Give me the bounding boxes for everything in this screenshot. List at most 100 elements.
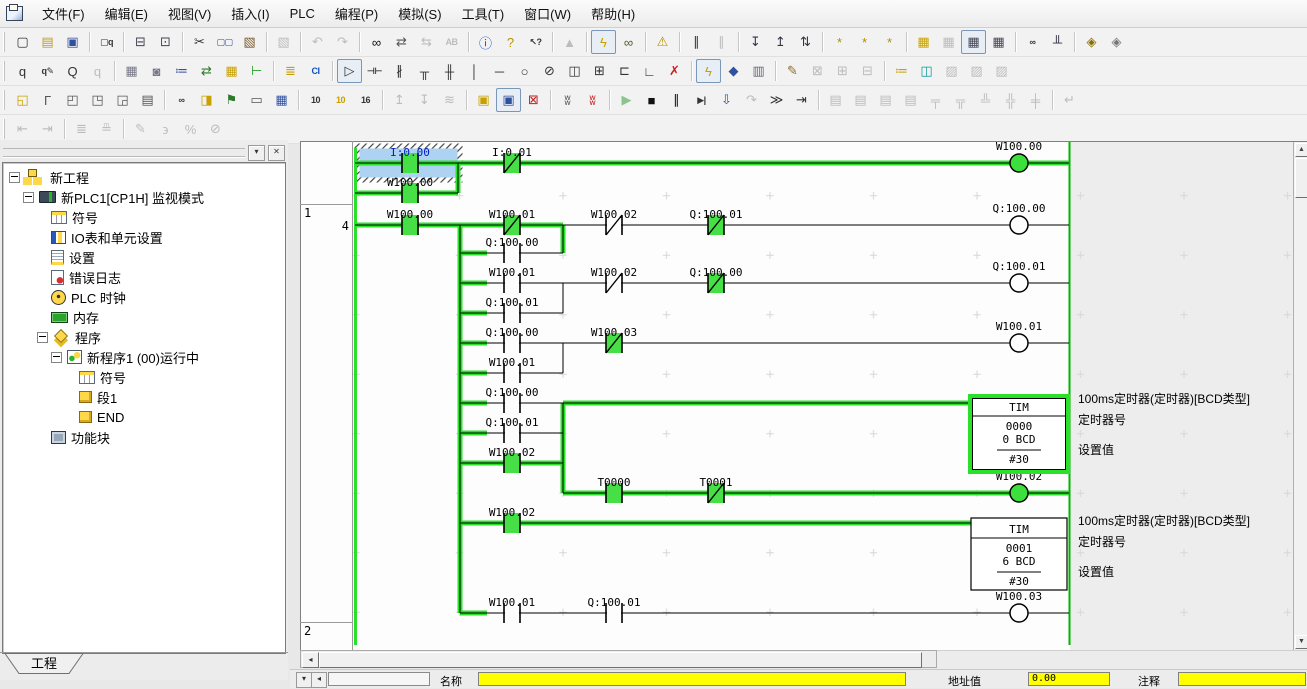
tim-block-1[interactable]: TIM00000 BCD#30 — [970, 396, 1068, 472]
percent-1-button[interactable]: ϶ — [153, 117, 178, 141]
return-button[interactable]: ↵ — [1057, 88, 1082, 112]
watch-selector-field[interactable] — [328, 672, 430, 686]
sim-pause-button[interactable]: ∥ — [664, 88, 689, 112]
monitor-signed-10-button[interactable]: 10 — [328, 88, 353, 112]
watch-prev-button[interactable]: ◂ — [311, 672, 327, 688]
ci-view-button[interactable]: CI — [303, 59, 328, 83]
differential-monitor-button[interactable]: ╨ — [1045, 30, 1070, 54]
new-coil-button[interactable]: ○ — [512, 59, 537, 83]
zoom-in-button[interactable]: Q — [60, 59, 85, 83]
new-closed-coil-button[interactable]: ⊘ — [537, 59, 562, 83]
tree-expander-icon[interactable] — [51, 352, 62, 363]
tree-item-project[interactable]: 新工程 — [3, 167, 285, 187]
download-button[interactable]: ↧ — [743, 30, 768, 54]
align-list-button[interactable]: ≣ — [69, 117, 94, 141]
tree-item-programitem[interactable]: 新程序1 (00)运行中 — [3, 347, 285, 367]
sim-run-to-button[interactable]: ⇥ — [789, 88, 814, 112]
tree-expander-icon[interactable] — [23, 192, 34, 203]
replace-az-button[interactable]: AB — [439, 30, 464, 54]
menu-tools[interactable]: 工具(T) — [452, 0, 515, 27]
memory-view-4-button[interactable]: ▦ — [986, 30, 1011, 54]
find-replace-button[interactable]: ⇄ — [389, 30, 414, 54]
workspace-close-button[interactable]: ✕ — [268, 145, 285, 161]
scroll-up-arrow[interactable]: ▲ — [1295, 143, 1307, 157]
tree-item-errorlog[interactable]: 错误日志 — [3, 267, 285, 287]
watch-address-field[interactable]: 0.00 — [1028, 672, 1110, 686]
watch-clock-button[interactable]: ∞ — [1020, 30, 1045, 54]
paste-special-button[interactable]: ▧ — [271, 30, 296, 54]
flag-report-button[interactable]: ⚑ — [219, 88, 244, 112]
replace-button[interactable]: ⇆ — [414, 30, 439, 54]
edit-pen-button[interactable]: ✎ — [128, 117, 153, 141]
force-reset-button[interactable]: ↧ — [412, 88, 437, 112]
menu-simulation[interactable]: 模拟(S) — [388, 0, 451, 27]
find-report-button[interactable]: ▢q — [94, 30, 119, 54]
tree-item-section[interactable]: 段1 — [3, 387, 285, 407]
tile-3-button[interactable]: ▤ — [873, 88, 898, 112]
address-window-button[interactable]: ▦ — [269, 88, 294, 112]
horizontal-scroll-thumb[interactable] — [319, 652, 922, 668]
io-comment-button[interactable]: ⇄ — [194, 59, 219, 83]
percent-2-button[interactable]: % — [178, 117, 203, 141]
output-window-button[interactable]: ▭ — [244, 88, 269, 112]
copy-button[interactable]: ▢▢ — [212, 30, 237, 54]
tim-block-2[interactable]: TIM00016 BCD#30 — [971, 518, 1067, 590]
horizontal-line-button[interactable]: ─ — [487, 59, 512, 83]
filter-button[interactable]: ▲ — [557, 30, 582, 54]
new-instruction-box-button[interactable]: ⊞ — [587, 59, 612, 83]
menu-edit[interactable]: 编辑(E) — [95, 0, 158, 27]
ladder-canvas[interactable]: I:0.00I:0.01W100.00W100.00W100.01W100.02… — [300, 140, 1307, 650]
tile-4-button[interactable]: ▤ — [898, 88, 923, 112]
align-bottom-button[interactable]: ╩ — [973, 88, 998, 112]
tree-item-settings[interactable]: 设置 — [3, 247, 285, 267]
menu-programming[interactable]: 编程(P) — [325, 0, 388, 27]
scroll-left-arrow[interactable]: ◂ — [302, 652, 319, 668]
edit-symbol-button[interactable]: ✎ — [780, 59, 805, 83]
program-mode-button[interactable]: ▣ — [471, 88, 496, 112]
sim-step-in-button[interactable]: ⇩ — [714, 88, 739, 112]
tree-item-plc[interactable]: 新PLC1[CP1H] 监视模式 — [3, 187, 285, 207]
sim-step-button[interactable]: ▶| — [689, 88, 714, 112]
monitor-data-button[interactable]: ◫ — [914, 59, 939, 83]
symbol-table-button[interactable]: ▦ — [219, 59, 244, 83]
align-mid-button[interactable]: ╦ — [948, 88, 973, 112]
transfer-program-button[interactable]: * — [827, 30, 852, 54]
zoom-custom-button[interactable]: q✎ — [35, 59, 60, 83]
set-password-button[interactable]: ◈ — [1079, 30, 1104, 54]
differential-trace-button[interactable]: ◆ — [721, 59, 746, 83]
workspace-dropdown-button[interactable]: ▾ — [248, 145, 265, 161]
force-off-button[interactable]: ⊞ — [830, 59, 855, 83]
rung-comment-button[interactable]: ◙ — [144, 59, 169, 83]
pause-simulator-button[interactable]: ʬ — [555, 88, 580, 112]
menu-plc[interactable]: PLC — [280, 2, 325, 25]
mnemonics-view-button[interactable]: ≣ — [278, 59, 303, 83]
compare-plc-button[interactable]: ⇅ — [793, 30, 818, 54]
tile-1-button[interactable]: ▤ — [823, 88, 848, 112]
vertical-scroll-thumb[interactable] — [1295, 158, 1307, 198]
tree-item-fb[interactable]: 功能块 — [3, 427, 285, 447]
scroll-down-arrow[interactable]: ▼ — [1295, 635, 1307, 649]
watch-comment-field[interactable] — [1178, 672, 1306, 686]
memory-view-3-button[interactable]: ▦ — [961, 30, 986, 54]
print-preview-button[interactable]: ⊡ — [153, 30, 178, 54]
force-cancel-button[interactable]: ⊟ — [855, 59, 880, 83]
monitoring-button[interactable]: ∥ — [684, 30, 709, 54]
monitor-hex-16-button[interactable]: 16 — [353, 88, 378, 112]
force-cancel-all-button[interactable]: ≋ — [437, 88, 462, 112]
sim-continuous-button[interactable]: ≫ — [764, 88, 789, 112]
menu-file[interactable]: 文件(F) — [32, 0, 95, 27]
tree-expander-icon[interactable] — [9, 172, 20, 183]
zoom-tool-button[interactable]: q — [10, 59, 35, 83]
cross-reference-button[interactable]: ⊢ — [244, 59, 269, 83]
window-small-button[interactable]: ◲ — [110, 88, 135, 112]
paste-button[interactable]: ▧ — [237, 30, 262, 54]
sim-stop-button[interactable]: ■ — [639, 88, 664, 112]
project-tab[interactable]: 工程 — [2, 653, 88, 675]
tree-item-memory[interactable]: 内存 — [3, 307, 285, 327]
watch-name-field[interactable] — [478, 672, 906, 686]
release-password-button[interactable]: ◈ — [1104, 30, 1129, 54]
toolbar-grip[interactable] — [3, 32, 6, 52]
find-button[interactable]: ∞ — [364, 30, 389, 54]
tree-item-section[interactable]: END — [3, 407, 285, 427]
undo-button[interactable]: ↶ — [305, 30, 330, 54]
